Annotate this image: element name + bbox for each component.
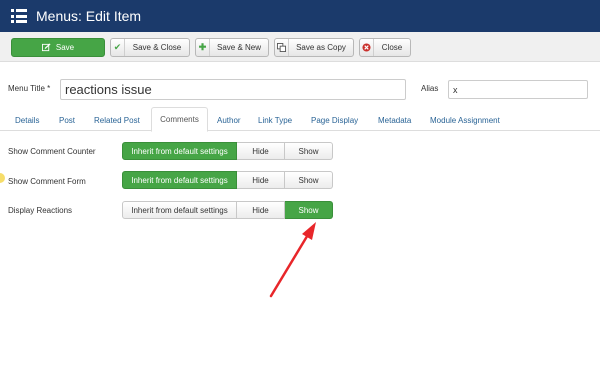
annotation-arrow: [269, 222, 316, 298]
